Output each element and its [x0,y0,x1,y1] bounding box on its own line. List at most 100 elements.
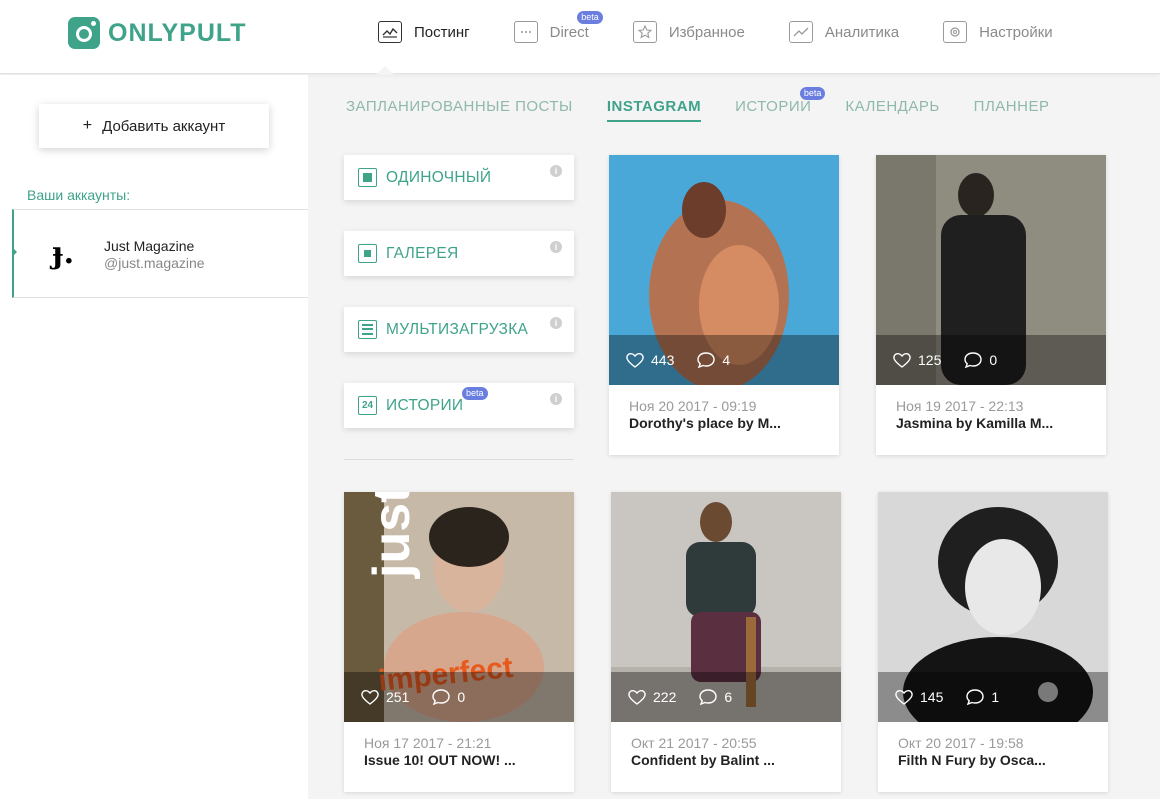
post-title: Filth N Fury by Osca... [898,752,1046,768]
comment-icon [697,352,716,369]
likes-stat: 145 [894,688,943,706]
info-icon[interactable]: i [550,241,562,253]
post-card[interactable]: 125 0 Ноя 19 2017 - 22:13 Jasmina by Kam… [876,155,1106,455]
post-stats: 251 0 [344,672,574,722]
comments-stat: 4 [696,351,730,369]
nav-label: Избранное [668,23,745,41]
post-date: Окт 21 2017 - 20:55 [631,735,757,751]
post-type-multi-upload-button[interactable]: МУЛЬТИЗАГРУЗКА i [344,307,574,352]
likes-stat: 251 [360,688,409,706]
tab-stories[interactable]: ИСТОРИИ beta [735,87,826,122]
stories-24-icon: 24 [358,396,377,415]
account-name: Just Magazine [104,238,195,254]
likes-count: 145 [920,689,944,705]
comments-count: 0 [457,689,466,705]
post-date: Окт 20 2017 - 19:58 [898,735,1024,751]
likes-count: 222 [653,689,677,705]
likes-count: 251 [386,689,410,705]
main-nav: Постинг Direct beta Избранное Аналитика [378,0,1097,74]
active-nav-pointer [376,66,394,75]
post-title: Jasmina by Kamilla M... [896,415,1054,431]
post-type-stories-button[interactable]: 24 ИСТОРИИ beta i [344,383,574,428]
comments-stat: 0 [963,351,997,369]
nav-label: Настройки [979,23,1053,41]
post-type-label: ОДИНОЧНЫЙ [386,168,492,186]
post-type-label: ГАЛЕРЕЯ [386,244,459,262]
comments-stat: 6 [698,688,732,706]
likes-stat: 125 [892,351,941,369]
comments-count: 4 [722,352,731,368]
add-account-button[interactable]: + Добавить аккаунт [39,104,269,148]
post-card[interactable]: just imperfect 251 0 Ноя 17 2017 - 21:21… [344,492,574,792]
comment-icon [964,352,983,369]
tab-calendar[interactable]: КАЛЕНДАРЬ [845,98,939,122]
comments-stat: 1 [965,688,999,706]
tab-planner[interactable]: ПЛАННЕР [974,98,1050,122]
single-post-icon [358,168,377,187]
heart-icon [893,352,911,368]
nav-item-settings[interactable]: Настройки [943,0,1053,64]
cover-wordmark: just [363,492,421,579]
nav-label: Direct [549,23,589,41]
post-date: Ноя 17 2017 - 21:21 [364,735,492,751]
post-type-label: ИСТОРИИ [386,396,464,414]
star-icon [632,21,657,43]
nav-label: Постинг [414,23,470,41]
comments-stat: 0 [431,688,465,706]
heart-icon [895,689,913,705]
beta-badge: beta [577,11,603,24]
gear-icon [943,21,968,43]
direct-icon [513,21,538,43]
post-title: Confident by Balint ... [631,752,775,768]
comments-count: 1 [991,689,1000,705]
post-card[interactable]: 145 1 Окт 20 2017 - 19:58 Filth N Fury b… [878,492,1108,792]
heart-icon [628,689,646,705]
info-icon[interactable]: i [550,393,562,405]
account-handle: @just.magazine [104,255,205,271]
beta-badge: beta [462,387,488,400]
posting-icon [378,21,402,43]
info-icon[interactable]: i [550,165,562,177]
tab-label: ИСТОРИИ [735,98,812,115]
post-title: Dorothy's place by M... [629,415,781,431]
post-date: Ноя 19 2017 - 22:13 [896,398,1024,414]
heart-icon [361,689,379,705]
post-card[interactable]: 222 6 Окт 21 2017 - 20:55 Confident by B… [611,492,841,792]
tab-instagram[interactable]: INSTAGRAM [606,98,702,122]
gallery-icon [358,244,377,263]
nav-item-analytics[interactable]: Аналитика [788,0,899,64]
likes-count: 443 [651,352,675,368]
multi-upload-icon [358,320,377,339]
post-card[interactable]: 443 4 Ноя 20 2017 - 09:19 Dorothy's plac… [609,155,839,455]
beta-badge: beta [799,87,826,100]
comments-count: 0 [989,352,998,368]
post-type-single-button[interactable]: ОДИНОЧНЫЙ i [344,155,574,200]
post-stats: 125 0 [876,335,1106,385]
logo[interactable]: ONLYPULT [68,16,247,50]
plus-icon: + [82,117,93,134]
nav-item-direct[interactable]: Direct beta [513,0,603,64]
post-type-label: МУЛЬТИЗАГРУЗКА [386,320,529,338]
sidebar: + Добавить аккаунт Ваши аккаунты: ɟ. Jus… [0,75,308,799]
post-stats: 222 6 [611,672,841,722]
comment-icon [699,689,718,706]
info-icon[interactable]: i [550,317,562,329]
nav-item-favorites[interactable]: Избранное [632,0,745,64]
top-bar: ONLYPULT Постинг Direct beta Избранное А… [0,0,1160,75]
post-type-gallery-button[interactable]: ГАЛЕРЕЯ i [344,231,574,276]
account-avatar: ɟ. [52,236,75,271]
post-title: Issue 10! OUT NOW! ... [364,752,516,768]
logo-text: ONLYPULT [108,18,247,47]
add-account-label: Добавить аккаунт [102,117,226,135]
comments-count: 6 [724,689,733,705]
comment-icon [432,689,451,706]
post-date: Ноя 20 2017 - 09:19 [629,398,757,414]
account-item[interactable]: ɟ. Just Magazine @just.magazine [12,209,308,298]
camera-logo-icon [68,17,100,49]
tab-scheduled-posts[interactable]: ЗАПЛАНИРОВАННЫЕ ПОСТЫ [346,98,573,122]
post-stats: 145 1 [878,672,1108,722]
likes-stat: 222 [627,688,676,706]
content-tabs: ЗАПЛАНИРОВАННЫЕ ПОСТЫ INSTAGRAM ИСТОРИИ … [346,87,1083,122]
nav-item-posting[interactable]: Постинг [378,0,470,64]
likes-count: 125 [918,352,942,368]
